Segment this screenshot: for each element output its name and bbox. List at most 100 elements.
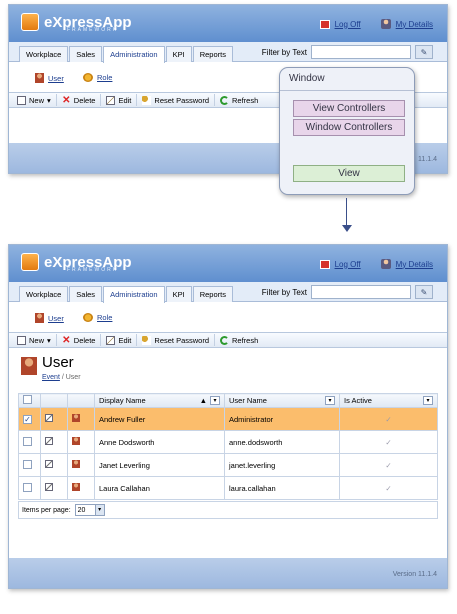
chevron-down-icon[interactable]: ▾ (94, 505, 104, 515)
table-row[interactable]: Laura Callahan laura.callahan ✓ (18, 476, 438, 500)
view-controllers-button[interactable]: View Controllers (293, 100, 405, 117)
new-button[interactable]: New ▾ (12, 334, 57, 346)
row-checkbox[interactable] (23, 436, 32, 446)
role-icon (83, 73, 93, 82)
mydetails-label[interactable]: My Details (396, 260, 433, 269)
table-row[interactable]: Janet Leverling janet.leverling ✓ (18, 453, 438, 477)
row-checkbox[interactable] (23, 482, 32, 492)
edit-icon[interactable] (45, 414, 53, 422)
select-all-checkbox[interactable] (23, 395, 32, 404)
new-button[interactable]: New ▾ (12, 94, 57, 106)
check-icon: ✓ (385, 483, 392, 493)
nav-role[interactable]: Role (83, 313, 112, 322)
filter-label: Filter by Text (261, 47, 307, 57)
logoff-label[interactable]: Log Off (335, 260, 361, 269)
user-icon (72, 483, 80, 491)
tab-sales[interactable]: Sales (69, 286, 103, 302)
tab-administration[interactable]: Administration (103, 46, 165, 63)
row-checkbox[interactable] (23, 459, 32, 469)
filter-input[interactable] (311, 285, 411, 299)
filter-button[interactable]: ✎ (415, 285, 433, 299)
nav-role-label[interactable]: Role (97, 313, 112, 322)
nav-user[interactable]: User (35, 313, 64, 323)
arrow-line (346, 198, 347, 227)
filter-dropdown-icon[interactable]: ▾ (423, 396, 433, 405)
refresh-icon (220, 95, 230, 105)
filter-input[interactable] (311, 45, 411, 59)
column-user-name[interactable]: User Name ▾ (224, 393, 340, 408)
table-row[interactable]: Anne Dodsworth anne.dodsworth ✓ (18, 430, 438, 454)
filter-dropdown-icon[interactable]: ▾ (325, 396, 335, 405)
chevron-down-icon[interactable]: ▾ (47, 336, 51, 345)
reset-password-button[interactable]: Reset Password (137, 334, 216, 346)
nav-role-label[interactable]: Role (97, 73, 112, 82)
toolbar: New ▾ ✕ Delete Edit Reset Password Refresh (9, 332, 447, 348)
edit-button[interactable]: Edit (101, 334, 138, 346)
new-icon (17, 95, 26, 105)
logo-icon (21, 253, 39, 271)
table-row[interactable]: ✓ Andrew Fuller Administrator ✓ (18, 407, 438, 431)
cell-user-name: anne.dodsworth (224, 430, 340, 454)
view-header: User Event / User (9, 348, 447, 392)
chevron-down-icon[interactable]: ▾ (47, 96, 51, 105)
delete-icon: ✕ (62, 94, 71, 106)
pager: Items per page: 20 ▾ (18, 501, 438, 519)
column-is-active[interactable]: Is Active ▾ (339, 393, 438, 408)
items-per-page-value: 20 (77, 506, 86, 514)
cell-display-name: Andrew Fuller (94, 407, 225, 431)
reset-password-label: Reset Password (154, 335, 210, 345)
filter-button[interactable]: ✎ (415, 45, 433, 59)
logoff-label[interactable]: Log Off (335, 20, 361, 29)
tab-reports[interactable]: Reports (192, 286, 233, 302)
nav-user-label[interactable]: User (48, 74, 64, 83)
delete-icon: ✕ (62, 334, 71, 346)
column-is-active-label: Is Active (344, 396, 372, 405)
check-icon: ✓ (385, 437, 392, 447)
delete-button[interactable]: ✕ Delete (57, 334, 102, 346)
footer: Version 11.1.4 (9, 558, 447, 588)
refresh-button[interactable]: Refresh (215, 334, 263, 346)
view-button[interactable]: View (293, 165, 405, 182)
edit-icon (106, 95, 116, 105)
cell-is-active: ✓ (339, 407, 438, 431)
tab-kpi[interactable]: KPI (165, 286, 192, 302)
breadcrumb-event-link[interactable]: Event (42, 374, 60, 381)
logoff-link[interactable]: Log Off (319, 19, 361, 29)
edit-icon[interactable] (45, 483, 53, 491)
delete-button[interactable]: ✕ Delete (57, 94, 102, 106)
tab-sales[interactable]: Sales (69, 46, 103, 62)
nav-user-label[interactable]: User (48, 314, 64, 323)
items-per-page-select[interactable]: 20 ▾ (74, 504, 105, 516)
key-icon (142, 95, 152, 105)
select-all-header[interactable] (18, 393, 41, 408)
user-view-icon (21, 357, 37, 375)
window-controllers-button[interactable]: Window Controllers (293, 119, 405, 136)
reset-password-button[interactable]: Reset Password (137, 94, 216, 106)
tab-workplace[interactable]: Workplace (19, 286, 69, 302)
refresh-button[interactable]: Refresh (215, 94, 263, 106)
edit-icon[interactable] (45, 437, 53, 445)
tab-reports[interactable]: Reports (192, 46, 233, 62)
reset-password-label: Reset Password (154, 95, 210, 105)
tab-administration[interactable]: Administration (103, 286, 165, 303)
filter-dropdown-icon[interactable]: ▾ (210, 396, 220, 405)
tab-kpi[interactable]: KPI (165, 46, 192, 62)
user-icon (72, 437, 80, 445)
mydetails-link[interactable]: My Details (380, 19, 433, 29)
logo-icon (21, 13, 39, 31)
tab-workplace[interactable]: Workplace (19, 46, 69, 62)
edit-icon[interactable] (45, 460, 53, 468)
edit-icon (106, 335, 116, 345)
row-checkbox[interactable]: ✓ (23, 414, 32, 424)
mydetails-label[interactable]: My Details (396, 20, 433, 29)
check-icon: ✓ (385, 460, 392, 470)
edit-button[interactable]: Edit (101, 94, 138, 106)
mydetails-link[interactable]: My Details (380, 259, 433, 269)
nav-role[interactable]: Role (83, 73, 112, 82)
refresh-icon (220, 335, 230, 345)
logoff-link[interactable]: Log Off (319, 259, 361, 269)
popup-title: Window (289, 73, 325, 84)
app-window-bottom: eXpressApp FRAMEWORK Log Off My Details … (8, 244, 448, 589)
nav-user[interactable]: User (35, 73, 64, 83)
column-display-name[interactable]: Display Name ▾ ▲ (94, 393, 225, 408)
